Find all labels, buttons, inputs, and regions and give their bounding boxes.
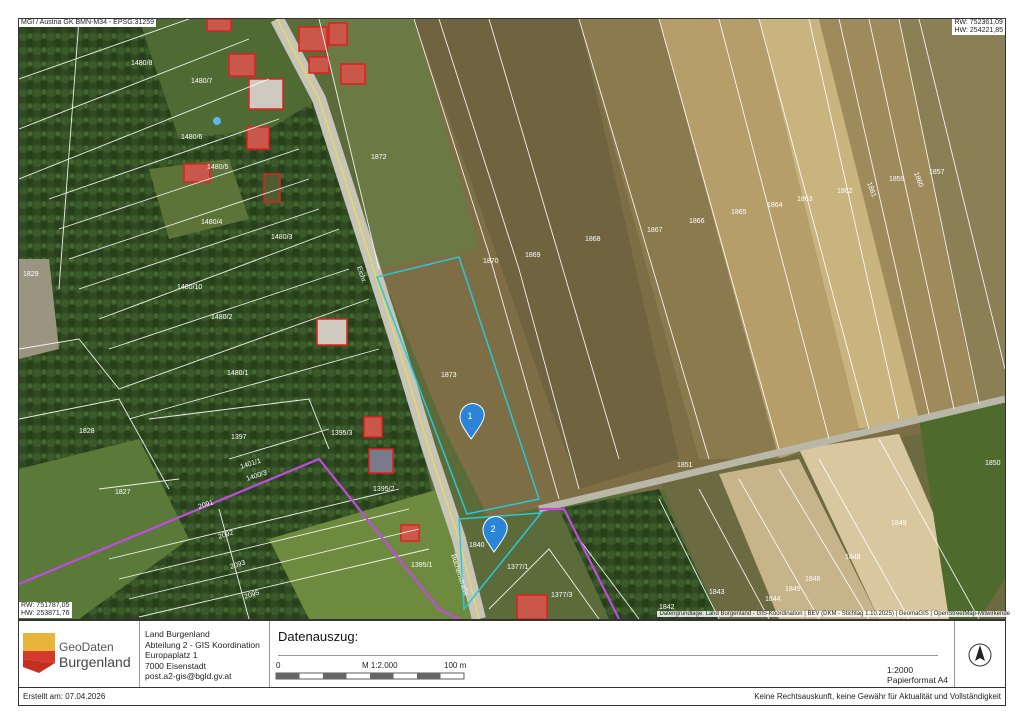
parcel-label: 1480/3 (271, 234, 293, 241)
coord-hw-bottom: HW: 253871,76 (21, 610, 70, 617)
parcel-label: 1395/1 (411, 562, 433, 569)
logo-line1: GeoDaten (59, 640, 114, 654)
parcel-label: 1480/6 (181, 134, 203, 141)
parcel-label: 1480/10 (177, 284, 202, 291)
parcel-label: 1480/1 (227, 370, 249, 377)
parcel-label: 1864 (767, 202, 783, 209)
parcel-label: 1828 (79, 428, 95, 435)
logo-line2: Burgenland (59, 654, 131, 670)
parcel-label: 1866 (689, 218, 705, 225)
geodaten-logo-icon: GeoDaten Burgenland (23, 633, 131, 673)
org-line: Land Burgenland (145, 629, 210, 639)
disclaimer: Keine Rechtsauskunft, keine Gewähr für A… (754, 692, 1001, 701)
parcel-label: 1377/1 (507, 564, 529, 571)
parcel-label: 1870 (483, 258, 499, 265)
paper-format: Papierformat A4 (887, 675, 948, 685)
parcel-label: 1872 (371, 154, 387, 161)
scale-mid: M 1:2.000 (362, 661, 398, 670)
logo: GeoDaten Burgenland (19, 621, 140, 687)
parcel-label: 1867 (647, 227, 663, 234)
legend-panel: GeoDaten Burgenland Land Burgenland Abte… (18, 620, 1006, 688)
parcel-label: 1377/3 (551, 592, 573, 599)
parcel-label: 1849 (891, 520, 907, 527)
organisation-block: Land Burgenland Abteilung 2 - GIS Koordi… (145, 629, 260, 682)
crs-label: MGI / Austria GK BMN-M34 - EPSG:31259 (19, 19, 157, 27)
parcel-label: 1865 (731, 209, 747, 216)
scale-start: 0 (276, 661, 281, 670)
parcel-label: 1848 (845, 554, 861, 561)
extract-title: Datenauszug: (278, 629, 359, 644)
parcel-label: 1859 (889, 176, 905, 183)
north-arrow (954, 621, 1005, 687)
footer: Erstellt am: 07.04.2026 Keine Rechtsausk… (18, 688, 1006, 706)
parcel-label: 1873 (441, 372, 457, 379)
map-attribution: Datengrundlage: Land Burgenland - GIS-Ko… (657, 611, 1012, 617)
coords-bottom-left: RW: 751787,05 HW: 253871,76 (19, 602, 72, 618)
parcel-label: 1480/2 (211, 314, 233, 321)
coord-rw-bottom: RW: 751787,05 (21, 602, 70, 609)
parcel-label: 1829 (23, 271, 39, 278)
org-line: Europaplatz 1 (145, 650, 198, 660)
created-date: Erstellt am: 07.04.2026 (23, 692, 106, 701)
coord-rw-top: RW: 752361,09 (954, 19, 1003, 26)
parcel-label: 1843 (709, 589, 725, 596)
parcel-label: 1863 (797, 196, 813, 203)
org-line: Abteilung 2 - GIS Koordination (145, 639, 260, 650)
scale-bar: 0 M 1:2.000 100 m (275, 661, 467, 680)
parcel-label: 1840 (469, 542, 485, 549)
parcel-label: 1480/8 (131, 60, 153, 67)
parcel-label: 1869 (525, 252, 541, 259)
marker-1-label: 1 (467, 411, 472, 421)
north-arrow-icon (968, 643, 992, 667)
parcel-label: 1846 (805, 576, 821, 583)
parcel-label: 1868 (585, 236, 601, 243)
parcel-label: 1844 (765, 596, 781, 603)
orthophoto-map[interactable]: 1 2 1480/8 1480/7 1480/6 1480/5 1480/4 1… (19, 19, 1005, 619)
org-email: post.a2-gis@bgld.gv.at (145, 671, 232, 681)
parcel-label: 1395/3 (331, 430, 353, 437)
parcel-label: 1827 (115, 489, 131, 496)
coord-hw-top: HW: 254221,85 (954, 27, 1003, 34)
title-divider (278, 655, 938, 656)
scale-end: 100 m (444, 661, 467, 670)
parcel-label: 1857 (929, 169, 945, 176)
map-view[interactable]: 1 2 1480/8 1480/7 1480/6 1480/5 1480/4 1… (18, 18, 1006, 620)
scale-info: 1:2000 Papierformat A4 (887, 665, 948, 685)
parcel-label: 1480/4 (201, 219, 223, 226)
parcel-label: 1842 (659, 604, 675, 611)
parcel-label: 1851 (677, 462, 693, 469)
parcel-label: 1845 (785, 586, 801, 593)
parcel-label: 1395/2 (373, 486, 395, 493)
marker-2-label: 2 (490, 524, 495, 534)
scale-ratio: 1:2000 (887, 665, 914, 675)
parcel-label: 1480/7 (191, 78, 213, 85)
org-line: 7000 Eisenstadt (145, 660, 206, 671)
title-area: Datenauszug: 0 M 1:2.000 100 m 1:2000 Pa… (269, 621, 958, 687)
parcel-label: 1850 (985, 460, 1001, 467)
parcel-label: 1397 (231, 434, 247, 441)
parcel-label: 1480/5 (207, 164, 229, 171)
coords-top-right: RW: 752361,09 HW: 254221,85 (952, 19, 1005, 35)
parcel-label: 1862 (837, 188, 853, 195)
